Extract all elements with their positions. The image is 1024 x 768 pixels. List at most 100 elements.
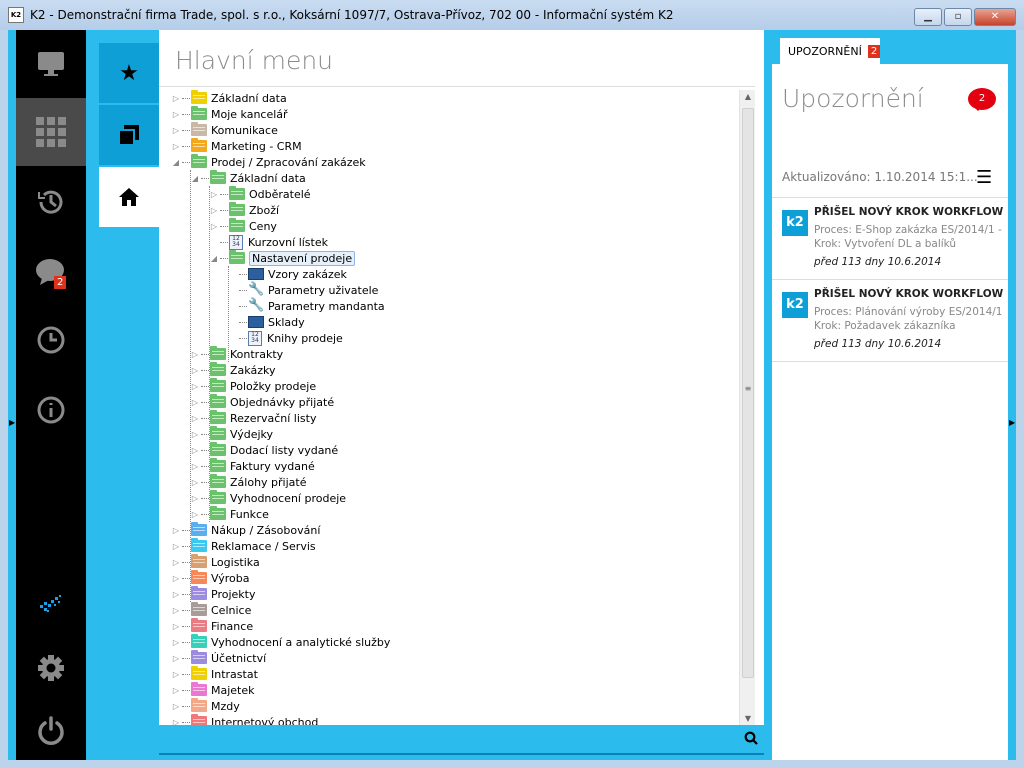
collapse-arrow-icon[interactable]: ◢ — [171, 158, 181, 167]
search-bar[interactable] — [159, 725, 764, 760]
folder-icon — [210, 362, 226, 376]
sidebar-power-button[interactable] — [16, 696, 86, 764]
tree-item[interactable]: ▷ Finance — [171, 618, 253, 634]
tree-item[interactable]: 12 34 Knihy prodeje — [228, 330, 343, 346]
expand-arrow-icon[interactable]: ▷ — [190, 382, 200, 391]
tree-item[interactable]: ▷ Reklamace / Servis — [171, 538, 316, 554]
expand-right-arrow-icon[interactable]: ▶ — [1009, 418, 1015, 427]
tree-item[interactable]: ◢ Základní data — [190, 170, 306, 186]
tree-item[interactable]: ▷ Odběratelé — [209, 186, 311, 202]
expand-arrow-icon[interactable]: ▷ — [171, 526, 181, 535]
tree-item[interactable]: ▷ Výroba — [171, 570, 249, 586]
minimize-button[interactable]: ▁ — [914, 8, 942, 26]
expand-arrow-icon[interactable]: ▷ — [190, 414, 200, 423]
expand-arrow-icon[interactable]: ▷ — [171, 94, 181, 103]
expand-arrow-icon[interactable]: ▷ — [171, 638, 181, 647]
tree-item[interactable]: ▷ Internetový obchod — [171, 714, 318, 725]
tree-item[interactable]: ◢ Nastavení prodeje — [209, 250, 356, 266]
expand-arrow-icon[interactable]: ▷ — [171, 718, 181, 726]
scroll-up-icon[interactable]: ▲ — [740, 92, 756, 101]
expand-left-arrow-icon[interactable]: ▶ — [9, 418, 15, 427]
tree-item[interactable]: ▷ Zálohy přijaté — [190, 474, 306, 490]
tree-item[interactable]: ▷ Zboží — [209, 202, 279, 218]
maximize-button[interactable]: ▫ — [944, 8, 972, 26]
sidebar-monitor-button[interactable] — [16, 30, 86, 98]
tree-item[interactable]: Vzory zakázek — [228, 266, 347, 282]
scrollbar-thumb[interactable]: ≡ — [742, 108, 754, 678]
expand-arrow-icon[interactable]: ▷ — [190, 462, 200, 471]
hamburger-menu-icon[interactable]: ☰ — [976, 167, 992, 188]
expand-arrow-icon[interactable]: ▷ — [190, 478, 200, 487]
windows-tile[interactable] — [99, 105, 159, 165]
tree-item[interactable]: ▷ Ceny — [209, 218, 277, 234]
tree-item[interactable]: Sklady — [228, 314, 305, 330]
scroll-down-icon[interactable]: ▼ — [740, 714, 756, 723]
tree-item[interactable]: ▷ Základní data — [171, 90, 287, 106]
expand-arrow-icon[interactable]: ▷ — [171, 686, 181, 695]
tree-item[interactable]: ▷ Funkce — [190, 506, 269, 522]
close-button[interactable]: ✕ — [974, 8, 1016, 26]
collapse-arrow-icon[interactable]: ◢ — [190, 174, 200, 183]
expand-arrow-icon[interactable]: ▷ — [171, 542, 181, 551]
notification-item[interactable]: k2 PŘIŠEL NOVÝ KROK WORKFLOW Proces: Plá… — [772, 280, 1008, 362]
expand-arrow-icon[interactable]: ▷ — [171, 590, 181, 599]
expand-arrow-icon[interactable]: ▷ — [171, 654, 181, 663]
expand-arrow-icon[interactable]: ▷ — [190, 398, 200, 407]
expand-arrow-icon[interactable]: ▷ — [171, 574, 181, 583]
expand-arrow-icon[interactable]: ▷ — [209, 222, 219, 231]
favorites-tile[interactable]: ★ — [99, 43, 159, 103]
sidebar-info-button[interactable] — [16, 376, 86, 444]
sidebar-apps-button[interactable] — [16, 98, 86, 166]
tree-item[interactable]: ▷ Logistika — [171, 554, 260, 570]
expand-arrow-icon[interactable]: ▷ — [190, 366, 200, 375]
expand-arrow-icon[interactable]: ▷ — [190, 430, 200, 439]
notification-item[interactable]: k2 PŘIŠEL NOVÝ KROK WORKFLOW Proces: E-S… — [772, 198, 1008, 280]
tree-item[interactable]: ▷ Celnice — [171, 602, 251, 618]
home-tile[interactable] — [99, 167, 159, 227]
tree-item[interactable]: ◢ Prodej / Zpracování zakázek — [171, 154, 366, 170]
expand-arrow-icon[interactable]: ▷ — [190, 446, 200, 455]
sidebar-history-button[interactable] — [16, 168, 86, 236]
expand-arrow-icon[interactable]: ▷ — [190, 494, 200, 503]
tree-item[interactable]: ▷ Projekty — [171, 586, 255, 602]
tree-item[interactable]: ▷ Dodací listy vydané — [190, 442, 338, 458]
sidebar-settings-button[interactable] — [16, 634, 86, 702]
expand-arrow-icon[interactable]: ▷ — [190, 510, 200, 519]
expand-arrow-icon[interactable]: ▷ — [171, 558, 181, 567]
tree-connector — [201, 401, 209, 403]
search-icon[interactable] — [744, 731, 758, 749]
tree-item[interactable]: ▷ Vyhodnocení prodeje — [190, 490, 346, 506]
tree-item[interactable]: ▷ Nákup / Zásobování — [171, 522, 320, 538]
expand-arrow-icon[interactable]: ▷ — [171, 110, 181, 119]
sidebar-clock-button[interactable] — [16, 306, 86, 374]
expand-arrow-icon[interactable]: ▷ — [171, 606, 181, 615]
expand-arrow-icon[interactable]: ▷ — [190, 350, 200, 359]
tree-item[interactable]: 🔧 Parametry mandanta — [228, 298, 385, 314]
tree-item[interactable]: 🔧 Parametry uživatele — [228, 282, 378, 298]
tree-item[interactable]: ▷ Zakázky — [190, 362, 275, 378]
tree-item[interactable]: ▷ Marketing - CRM — [171, 138, 302, 154]
tree-item[interactable]: ▷ Intrastat — [171, 666, 258, 682]
tree-item[interactable]: ▷ Moje kancelář — [171, 106, 288, 122]
tab-notifications[interactable]: UPOZORNĚNÍ 2 — [780, 38, 881, 64]
tree-item[interactable]: ▷ Kontrakty — [190, 346, 283, 362]
tree-item[interactable]: ▷ Výdejky — [190, 426, 273, 442]
tree-item[interactable]: ▷ Vyhodnocení a analytické služby — [171, 634, 390, 650]
expand-arrow-icon[interactable]: ▷ — [171, 670, 181, 679]
expand-arrow-icon[interactable]: ▷ — [171, 702, 181, 711]
sidebar-chat-button[interactable]: 2 — [16, 238, 86, 306]
expand-arrow-icon[interactable]: ▷ — [171, 142, 181, 151]
tree-item[interactable]: ▷ Objednávky přijaté — [190, 394, 334, 410]
expand-arrow-icon[interactable]: ▷ — [209, 190, 219, 199]
tree-item[interactable]: 12 34 Kurzovní lístek — [209, 234, 328, 250]
tree-item[interactable]: ▷ Komunikace — [171, 122, 278, 138]
tree-item[interactable]: ▷ Majetek — [171, 682, 255, 698]
tree-item[interactable]: ▷ Účetnictví — [171, 650, 266, 666]
expand-arrow-icon[interactable]: ▷ — [209, 206, 219, 215]
collapse-arrow-icon[interactable]: ◢ — [209, 254, 219, 263]
expand-arrow-icon[interactable]: ▷ — [171, 126, 181, 135]
tab-notifications-label: UPOZORNĚNÍ — [788, 44, 862, 58]
expand-arrow-icon[interactable]: ▷ — [171, 622, 181, 631]
vertical-scrollbar[interactable]: ▲ ≡ ▼ — [739, 90, 755, 725]
tree-item[interactable]: ▷ Mzdy — [171, 698, 240, 714]
